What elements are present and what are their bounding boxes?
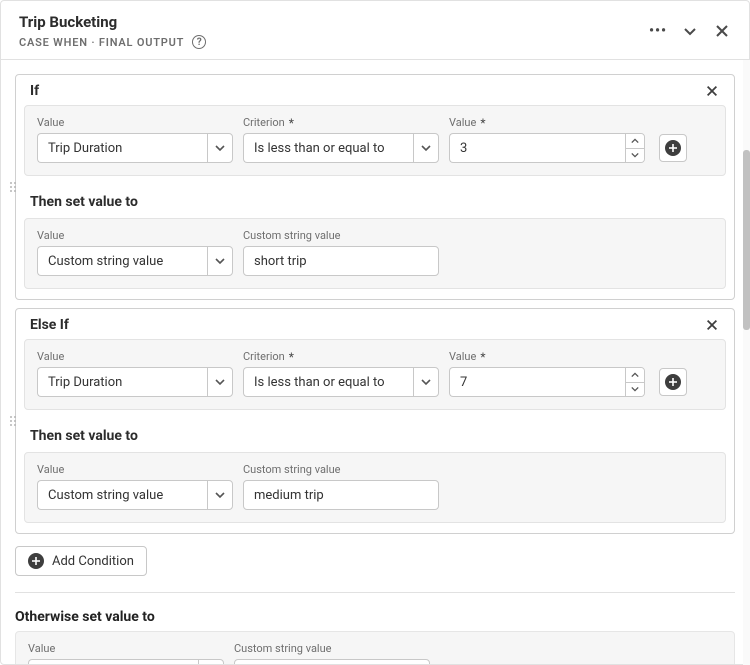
comparison-value-label: Value* xyxy=(449,350,645,363)
criterion-label: Criterion* xyxy=(243,350,439,363)
chevron-down-icon xyxy=(207,133,233,163)
chevron-down-icon xyxy=(207,480,233,510)
step-up-icon[interactable] xyxy=(626,368,644,383)
page-title: Trip Bucketing xyxy=(19,13,206,31)
otherwise-value-type-select[interactable]: Custom string value xyxy=(28,659,224,664)
add-criterion-button[interactable] xyxy=(659,368,687,396)
then-value-type-text: Custom string value xyxy=(37,246,207,276)
then-set-value-label: Then set value to xyxy=(16,420,734,450)
plus-circle-icon xyxy=(665,140,681,156)
otherwise-panel: Value Custom string value Custom string … xyxy=(15,631,735,664)
drag-handle-icon[interactable] xyxy=(10,182,16,192)
criterion-label: Criterion* xyxy=(243,116,439,129)
plus-circle-icon xyxy=(665,374,681,390)
panel-root: Trip Bucketing CASE WHEN · FINAL OUTPUT … xyxy=(0,0,750,665)
value-label: Value xyxy=(37,350,233,363)
comparison-value-text: 3 xyxy=(449,133,625,163)
drag-handle-icon[interactable] xyxy=(10,416,16,426)
comparison-value-text: 7 xyxy=(449,367,625,397)
comparison-value-label: Value* xyxy=(449,116,645,129)
otherwise-value-type-text: Custom string value xyxy=(28,659,198,664)
custom-string-text: short trip xyxy=(254,254,307,269)
chevron-down-icon xyxy=(207,367,233,397)
step-down-icon[interactable] xyxy=(626,383,644,397)
criterion-select[interactable]: Is less than or equal to xyxy=(243,367,439,397)
add-condition-button[interactable]: Add Condition xyxy=(15,546,147,576)
more-icon[interactable]: ••• xyxy=(649,22,667,40)
criterion-text: Is less than or equal to xyxy=(243,367,413,397)
condition-card: If Value Trip Duration xyxy=(15,74,735,300)
then-set-value-label: Then set value to xyxy=(16,186,734,216)
then-value-panel: Value Custom string value Custom string … xyxy=(24,452,726,523)
chevron-down-icon xyxy=(413,367,439,397)
then-value-type-select[interactable]: Custom string value xyxy=(37,246,233,276)
then-value-type-text: Custom string value xyxy=(37,480,207,510)
custom-string-text: medium trip xyxy=(254,488,324,503)
remove-condition-icon[interactable] xyxy=(704,83,720,99)
divider xyxy=(15,592,735,593)
step-up-icon[interactable] xyxy=(626,134,644,149)
condition-criteria-panel: Value Trip Duration Criterion* Is less t… xyxy=(24,339,726,410)
custom-string-label: Custom string value xyxy=(243,463,439,476)
custom-string-input[interactable]: short trip xyxy=(243,246,439,276)
collapse-icon[interactable] xyxy=(681,22,699,40)
chevron-down-icon xyxy=(198,659,224,664)
comparison-value-stepper[interactable]: 7 xyxy=(449,367,645,397)
then-value-type-select[interactable]: Custom string value xyxy=(37,480,233,510)
custom-string-input[interactable]: medium trip xyxy=(243,480,439,510)
chevron-down-icon xyxy=(413,133,439,163)
otherwise-title: Otherwise set value to xyxy=(15,609,735,625)
remove-condition-icon[interactable] xyxy=(704,317,720,333)
help-icon[interactable]: ? xyxy=(192,35,206,49)
condition-criteria-panel: Value Trip Duration Criterion* Is less t… xyxy=(24,105,726,176)
add-condition-label: Add Condition xyxy=(52,554,134,569)
condition-card: Else If Value Trip Duration xyxy=(15,308,735,534)
scrollbar-thumb[interactable] xyxy=(743,150,750,330)
condition-kind-label: If xyxy=(30,83,39,99)
chevron-down-icon xyxy=(207,246,233,276)
custom-string-label: Custom string value xyxy=(243,229,439,242)
plus-circle-icon xyxy=(28,553,44,569)
criterion-text: Is less than or equal to xyxy=(243,133,413,163)
condition-kind-label: Else If xyxy=(30,317,69,333)
add-criterion-button[interactable] xyxy=(659,134,687,162)
value-field-select[interactable]: Trip Duration xyxy=(37,367,233,397)
comparison-value-stepper[interactable]: 3 xyxy=(449,133,645,163)
custom-string-label: Custom string value xyxy=(234,642,430,655)
page-subtitle: CASE WHEN · FINAL OUTPUT xyxy=(19,36,184,49)
custom-string-input[interactable]: long trip xyxy=(234,659,430,664)
panel-body: If Value Trip Duration xyxy=(1,60,749,664)
value-label: Value xyxy=(37,116,233,129)
value-field-text: Trip Duration xyxy=(37,367,207,397)
panel-header: Trip Bucketing CASE WHEN · FINAL OUTPUT … xyxy=(1,1,749,60)
value-label: Value xyxy=(28,642,224,655)
value-field-select[interactable]: Trip Duration xyxy=(37,133,233,163)
value-field-text: Trip Duration xyxy=(37,133,207,163)
close-icon[interactable] xyxy=(713,22,731,40)
step-down-icon[interactable] xyxy=(626,149,644,163)
value-label: Value xyxy=(37,229,233,242)
criterion-select[interactable]: Is less than or equal to xyxy=(243,133,439,163)
then-value-panel: Value Custom string value Custom string … xyxy=(24,218,726,289)
value-label: Value xyxy=(37,463,233,476)
